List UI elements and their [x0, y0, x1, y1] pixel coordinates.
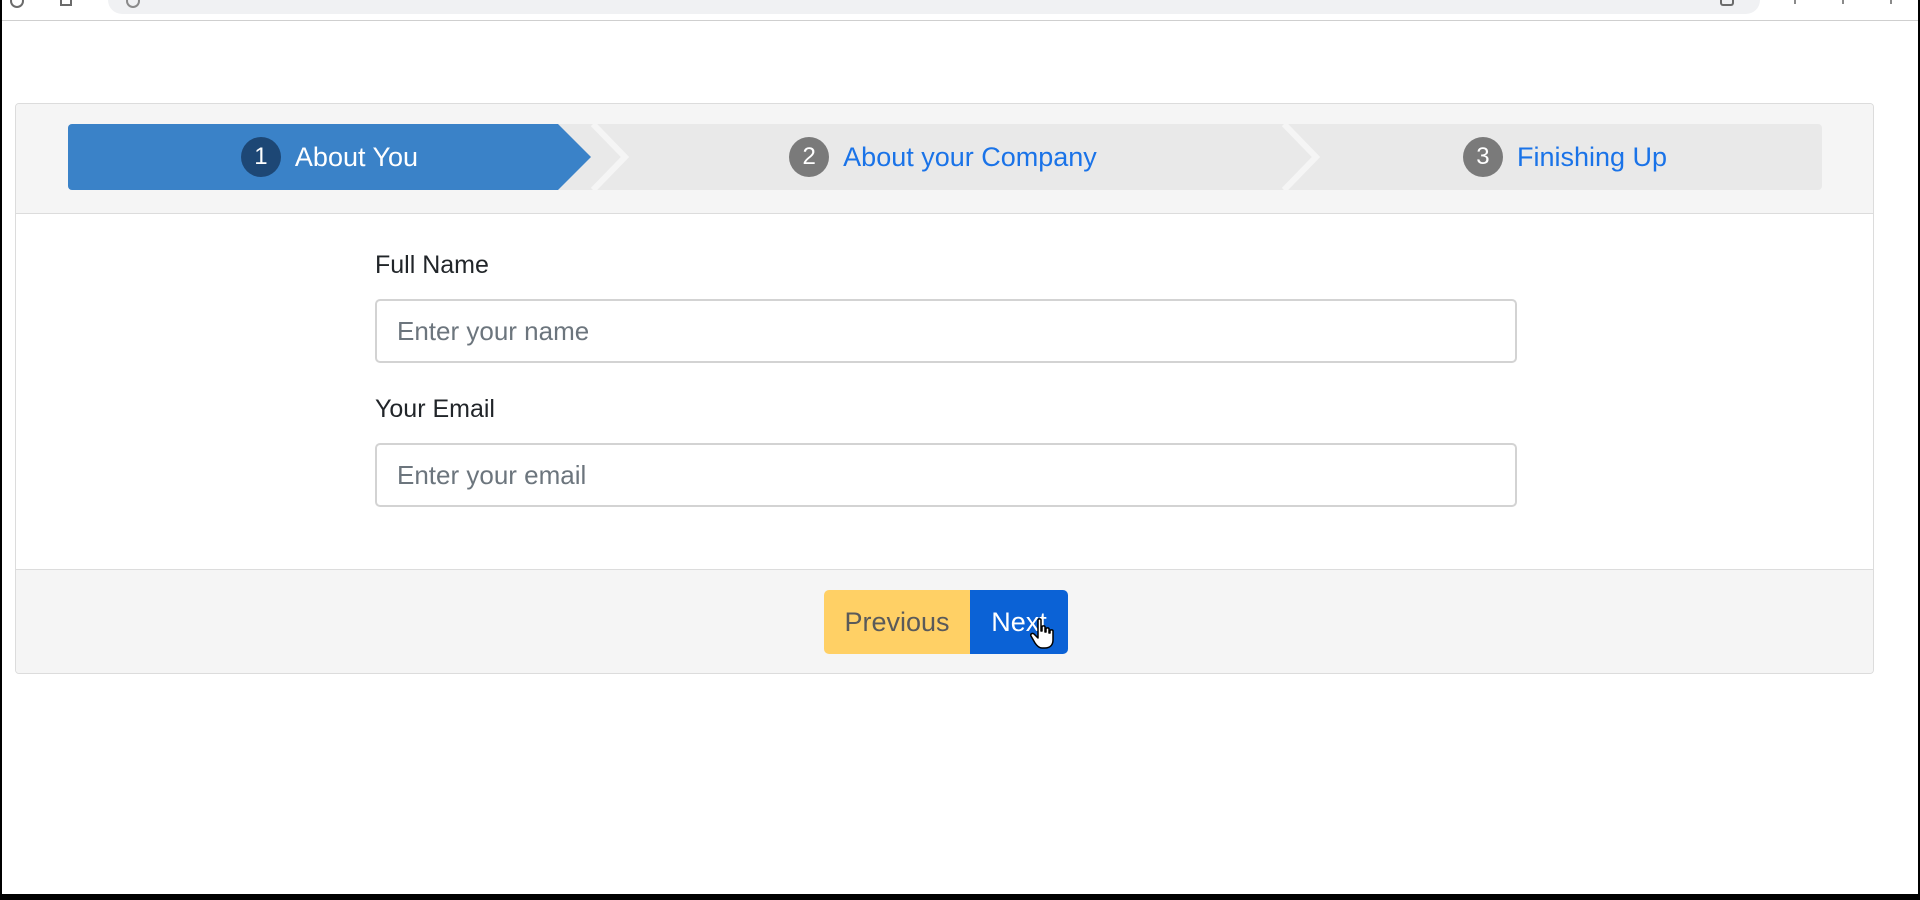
step-number: 3 — [1462, 137, 1503, 177]
step-about-company[interactable]: 2 About your Company — [608, 124, 1278, 190]
full-name-label: Full Name — [375, 251, 489, 279]
profile-icon[interactable] — [1842, 0, 1854, 4]
step-number: 1 — [241, 137, 281, 177]
step-label: About You — [294, 141, 419, 172]
browser-toolbar — [2, 0, 1918, 21]
previous-button[interactable]: Previous — [824, 590, 970, 654]
step-label: About your Company — [843, 141, 1097, 172]
menu-icon[interactable] — [1890, 0, 1902, 4]
wizard-footer: Previous Next — [16, 570, 1873, 673]
step-navigation: 1 About You 2 About your Company 3 Finis… — [68, 124, 1822, 190]
step-number: 2 — [789, 137, 830, 177]
step-about-you[interactable]: 1 About You — [68, 124, 591, 190]
full-name-input[interactable] — [375, 299, 1517, 363]
address-bar[interactable] — [108, 0, 1760, 14]
page-viewport: 1 About You 2 About your Company 3 Finis… — [2, 0, 1918, 894]
reload-icon[interactable] — [10, 0, 24, 8]
step-finishing-up[interactable]: 3 Finishing Up — [1308, 124, 1822, 190]
email-label: Your Email — [375, 395, 495, 423]
bookmark-icon[interactable] — [1720, 0, 1734, 6]
wizard-form: Full Name Your Email — [16, 214, 1873, 570]
next-button[interactable]: Next — [970, 590, 1068, 654]
wizard-card: 1 About You 2 About your Company 3 Finis… — [15, 103, 1874, 674]
extension-icon[interactable] — [1794, 0, 1806, 4]
email-input[interactable] — [375, 443, 1517, 507]
step-label: Finishing Up — [1516, 141, 1668, 172]
home-icon[interactable] — [60, 0, 72, 6]
wizard-steps-header: 1 About You 2 About your Company 3 Finis… — [16, 104, 1873, 214]
